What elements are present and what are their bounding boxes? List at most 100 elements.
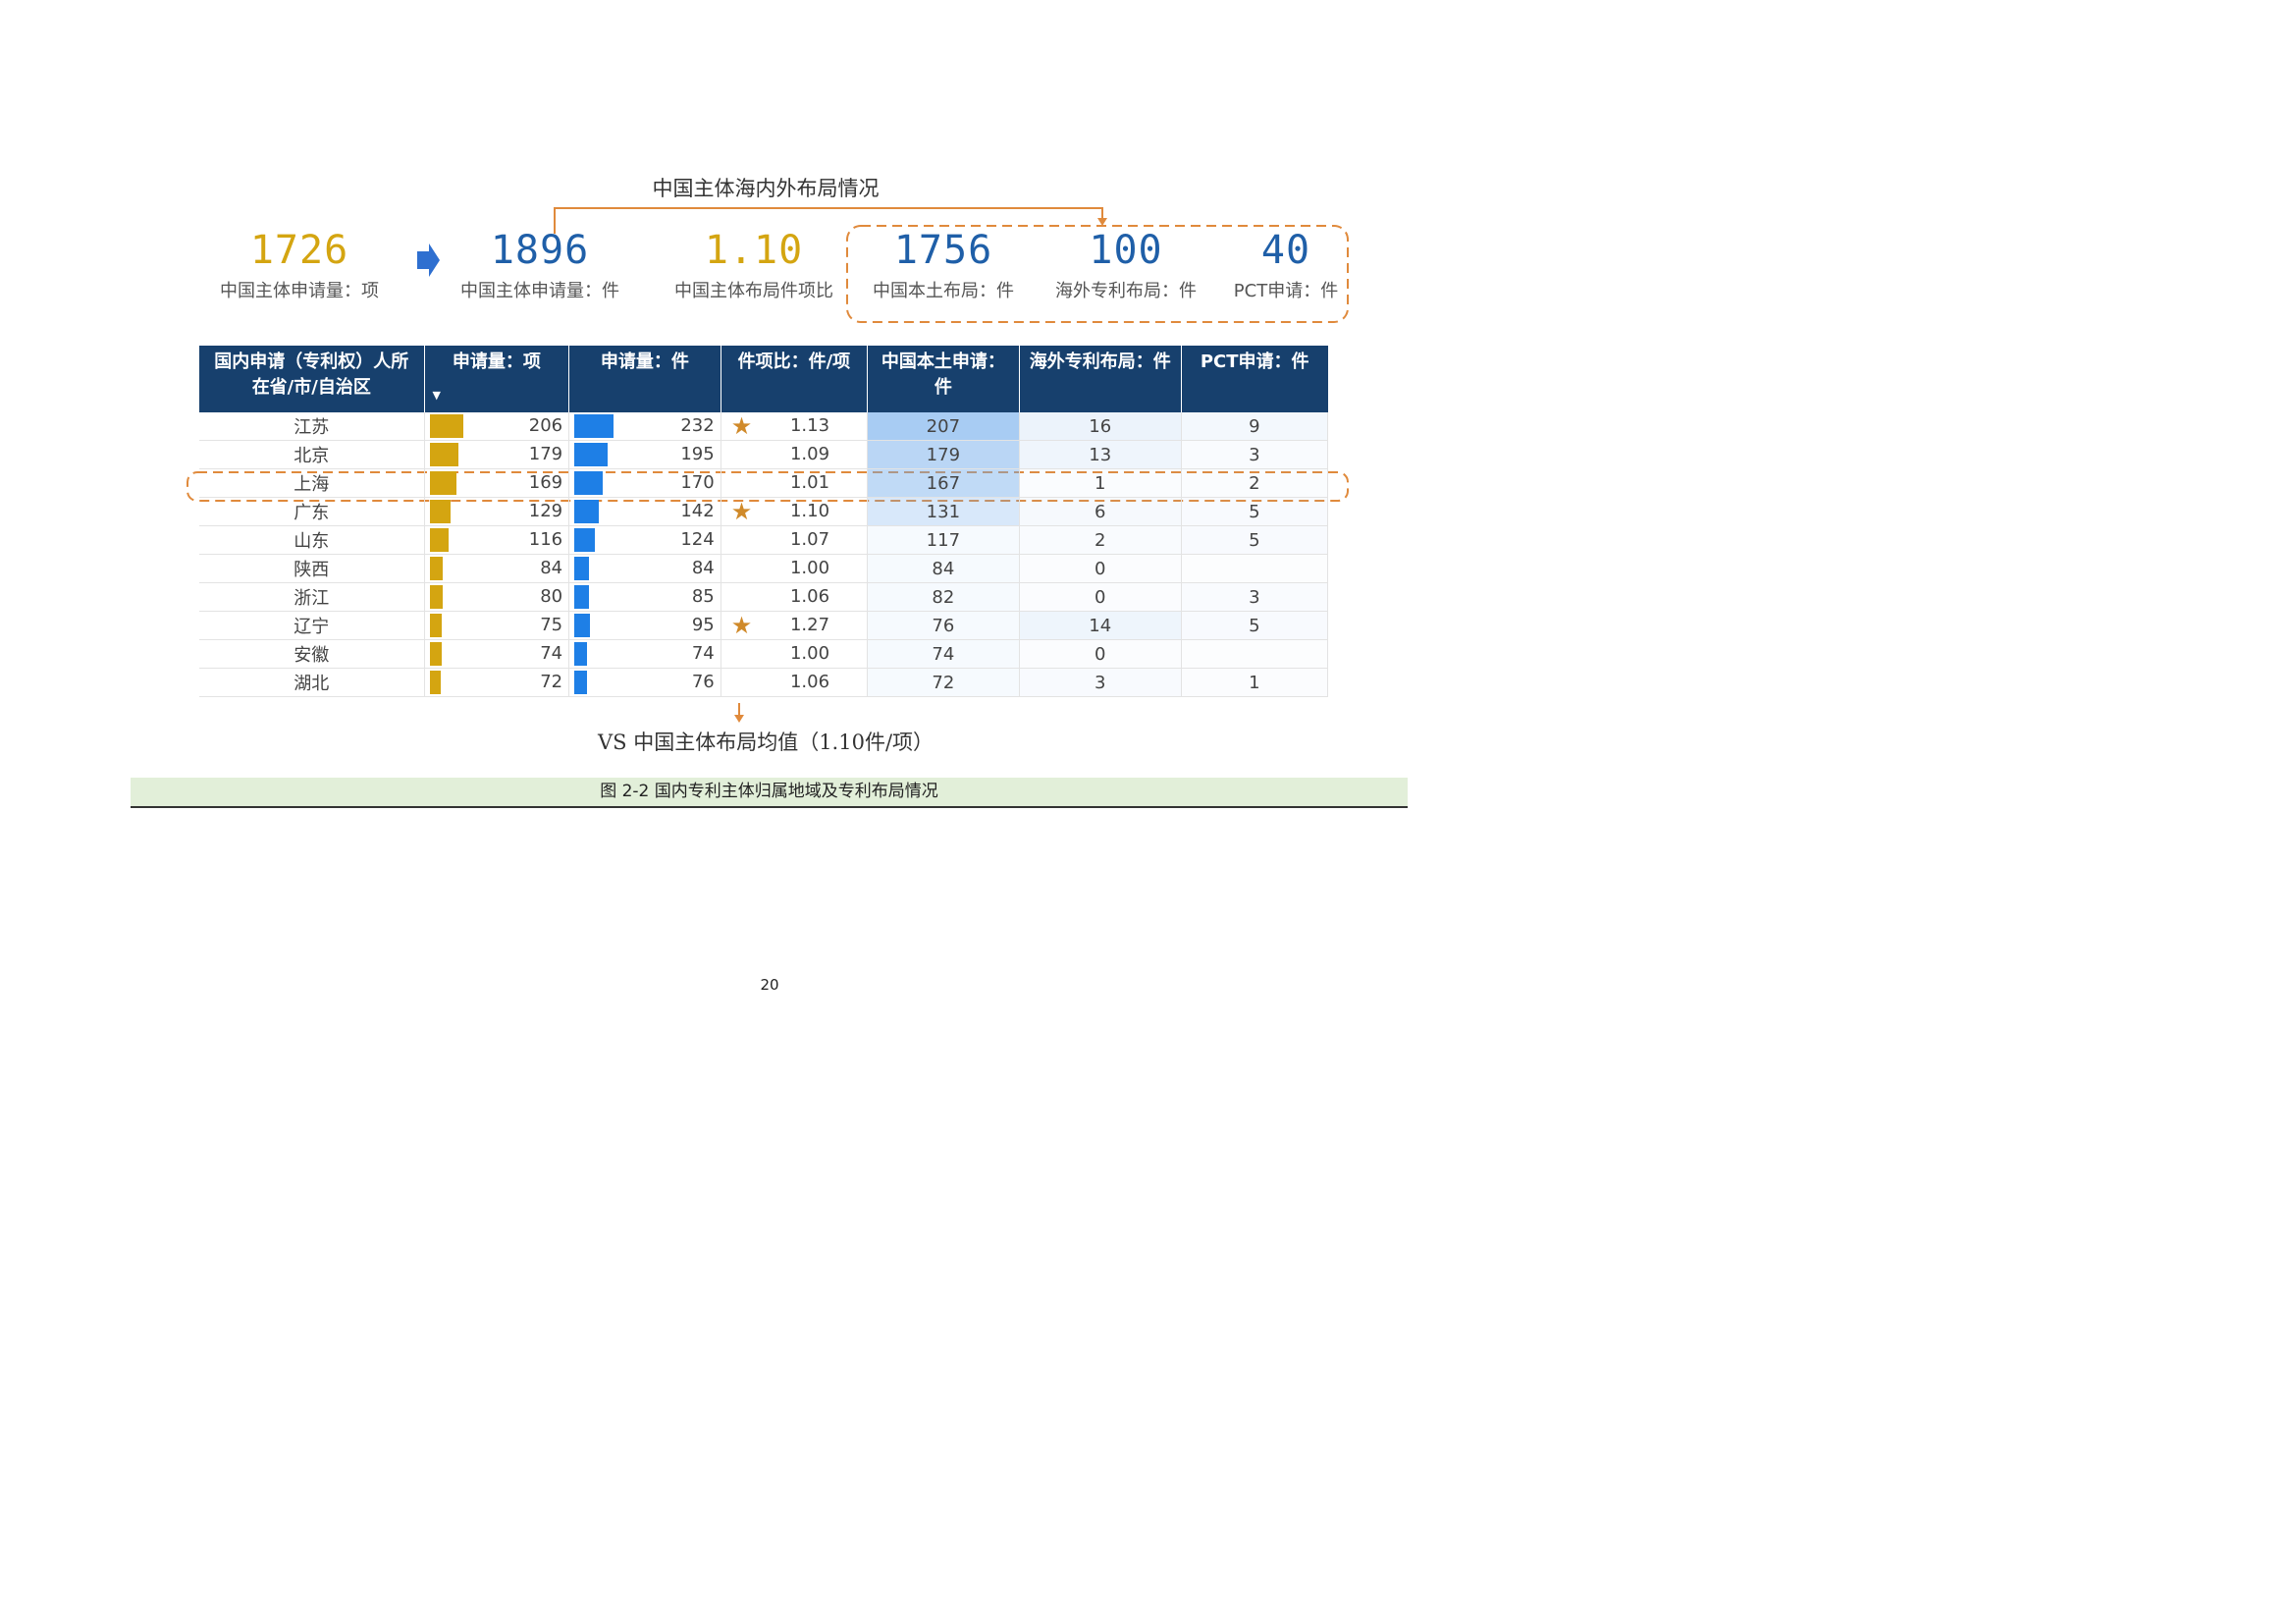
cell-pct: 5 xyxy=(1181,525,1329,555)
xiang-bar xyxy=(429,414,463,438)
jian-value: 124 xyxy=(680,529,715,550)
cell-home: 76 xyxy=(867,611,1020,640)
table-row[interactable]: 辽宁 75 95 ★ 1.27 76 14 5 xyxy=(199,611,1329,640)
kpi-value: 1.10 xyxy=(704,228,804,273)
ratio-value: 1.01 xyxy=(789,472,830,493)
cell-jian: 170 xyxy=(568,468,721,498)
page-number: 20 xyxy=(760,976,779,994)
table-header-row: 国内申请（专利权）人所在省/市/自治区 申请量：项 ▼ 申请量：件 件项比：件/项… xyxy=(199,346,1328,412)
kpi-overseas: 100 海外专利布局：件 xyxy=(1033,228,1219,302)
cell-pct: 3 xyxy=(1181,582,1329,612)
cell-overseas: 16 xyxy=(1019,412,1182,441)
jian-bar xyxy=(574,471,604,495)
cell-jian: 76 xyxy=(568,668,721,697)
cell-xiang: 80 xyxy=(424,582,570,612)
kpi-1726: 1726 中国主体申请量：项 xyxy=(201,228,398,302)
cell-jian: 74 xyxy=(568,639,721,669)
kpi-label: 中国主体布局件项比 xyxy=(674,281,833,301)
jian-bar xyxy=(574,671,588,694)
kpi-home: 1756 中国本土布局：件 xyxy=(850,228,1037,302)
cell-pct: 9 xyxy=(1181,412,1329,441)
cell-ratio: 1.01 xyxy=(721,468,869,498)
cell-jian: 142 xyxy=(568,497,721,526)
header-province[interactable]: 国内申请（专利权）人所在省/市/自治区 xyxy=(199,346,425,412)
xiang-bar xyxy=(429,642,442,666)
cell-overseas: 13 xyxy=(1019,440,1182,469)
xiang-value: 116 xyxy=(528,529,563,550)
cell-overseas: 1 xyxy=(1019,468,1182,498)
cell-xiang: 116 xyxy=(424,525,570,555)
table-row[interactable]: 江苏 206 232 ★ 1.13 207 16 9 xyxy=(199,412,1329,441)
xiang-bar xyxy=(429,614,442,637)
header-ratio[interactable]: 件项比：件/项 xyxy=(721,346,869,412)
xiang-bar xyxy=(429,471,457,495)
header-home[interactable]: 中国本土申请：件 xyxy=(867,346,1020,412)
kpi-value: 1726 xyxy=(249,228,349,273)
vs-average-note: VS 中国主体布局均值（1.10件/项） xyxy=(597,731,934,754)
jian-bar xyxy=(574,614,591,637)
table-row[interactable]: 安徽 74 74 1.00 74 0 xyxy=(199,639,1329,669)
xiang-bar xyxy=(429,585,443,609)
header-jian[interactable]: 申请量：件 xyxy=(568,346,721,412)
sort-down-icon[interactable]: ▼ xyxy=(433,383,441,408)
cell-pct: 2 xyxy=(1181,468,1329,498)
jian-value: 170 xyxy=(680,472,715,493)
table-row[interactable]: 浙江 80 85 1.06 82 0 3 xyxy=(199,582,1329,612)
cell-home: 131 xyxy=(867,497,1020,526)
ratio-value: 1.06 xyxy=(789,672,830,692)
jian-bar xyxy=(574,642,587,666)
header-overseas[interactable]: 海外专利布局：件 xyxy=(1019,346,1182,412)
arrow-right-icon xyxy=(417,244,440,277)
star-icon: ★ xyxy=(730,412,753,440)
cell-jian: 232 xyxy=(568,412,721,441)
cell-province: 辽宁 xyxy=(199,611,425,640)
xiang-bar xyxy=(429,671,442,694)
table-row[interactable]: 北京 179 195 1.09 179 13 3 xyxy=(199,440,1329,469)
cell-province: 浙江 xyxy=(199,582,425,612)
table-row[interactable]: 陕西 84 84 1.00 84 0 xyxy=(199,554,1329,583)
cell-ratio: ★ 1.13 xyxy=(721,412,869,441)
table-row[interactable]: 湖北 72 76 1.06 72 3 1 xyxy=(199,668,1329,697)
ratio-value: 1.27 xyxy=(789,615,830,635)
cell-jian: 95 xyxy=(568,611,721,640)
jian-bar xyxy=(574,414,614,438)
kpi-pct: 40 PCT申请：件 xyxy=(1217,228,1355,302)
cell-jian: 124 xyxy=(568,525,721,555)
cell-home: 167 xyxy=(867,468,1020,498)
jian-value: 85 xyxy=(691,586,715,607)
jian-value: 95 xyxy=(691,615,715,635)
table-row[interactable]: 山东 116 124 1.07 117 2 5 xyxy=(199,525,1329,555)
cell-ratio: 1.00 xyxy=(721,639,869,669)
ratio-value: 1.10 xyxy=(789,501,830,521)
kpi-1896: 1896 中国主体申请量：件 xyxy=(442,228,638,302)
cell-xiang: 179 xyxy=(424,440,570,469)
ratio-value: 1.00 xyxy=(789,558,830,578)
cell-province: 广东 xyxy=(199,497,425,526)
kpi-label: 海外专利布局：件 xyxy=(1055,281,1197,301)
cell-jian: 85 xyxy=(568,582,721,612)
table-row[interactable]: 上海 169 170 1.01 167 1 2 xyxy=(199,468,1329,498)
cell-jian: 195 xyxy=(568,440,721,469)
cell-overseas: 0 xyxy=(1019,639,1182,669)
xiang-value: 80 xyxy=(540,586,563,607)
jian-bar xyxy=(574,528,596,552)
xiang-value: 84 xyxy=(540,558,563,578)
header-xiang[interactable]: 申请量：项 ▼ xyxy=(424,346,570,412)
cell-province: 北京 xyxy=(199,440,425,469)
cell-ratio: ★ 1.10 xyxy=(721,497,869,526)
header-pct[interactable]: PCT申请：件 xyxy=(1181,346,1328,412)
figure-caption: 图 2-2 国内专利主体归属地域及专利布局情况 xyxy=(131,778,1408,808)
cell-pct: 3 xyxy=(1181,440,1329,469)
cell-province: 山东 xyxy=(199,525,425,555)
cell-overseas: 2 xyxy=(1019,525,1182,555)
xiang-bar xyxy=(429,557,444,580)
kpi-label: 中国主体申请量：项 xyxy=(220,281,379,301)
ratio-value: 1.13 xyxy=(789,415,830,436)
table-row[interactable]: 广东 129 142 ★ 1.10 131 6 5 xyxy=(199,497,1329,526)
cell-ratio: 1.07 xyxy=(721,525,869,555)
kpi-label: 中国主体申请量：件 xyxy=(460,281,619,301)
ratio-value: 1.07 xyxy=(789,529,830,550)
cell-xiang: 74 xyxy=(424,639,570,669)
kpi-value: 100 xyxy=(1089,228,1163,273)
xiang-value: 206 xyxy=(528,415,563,436)
